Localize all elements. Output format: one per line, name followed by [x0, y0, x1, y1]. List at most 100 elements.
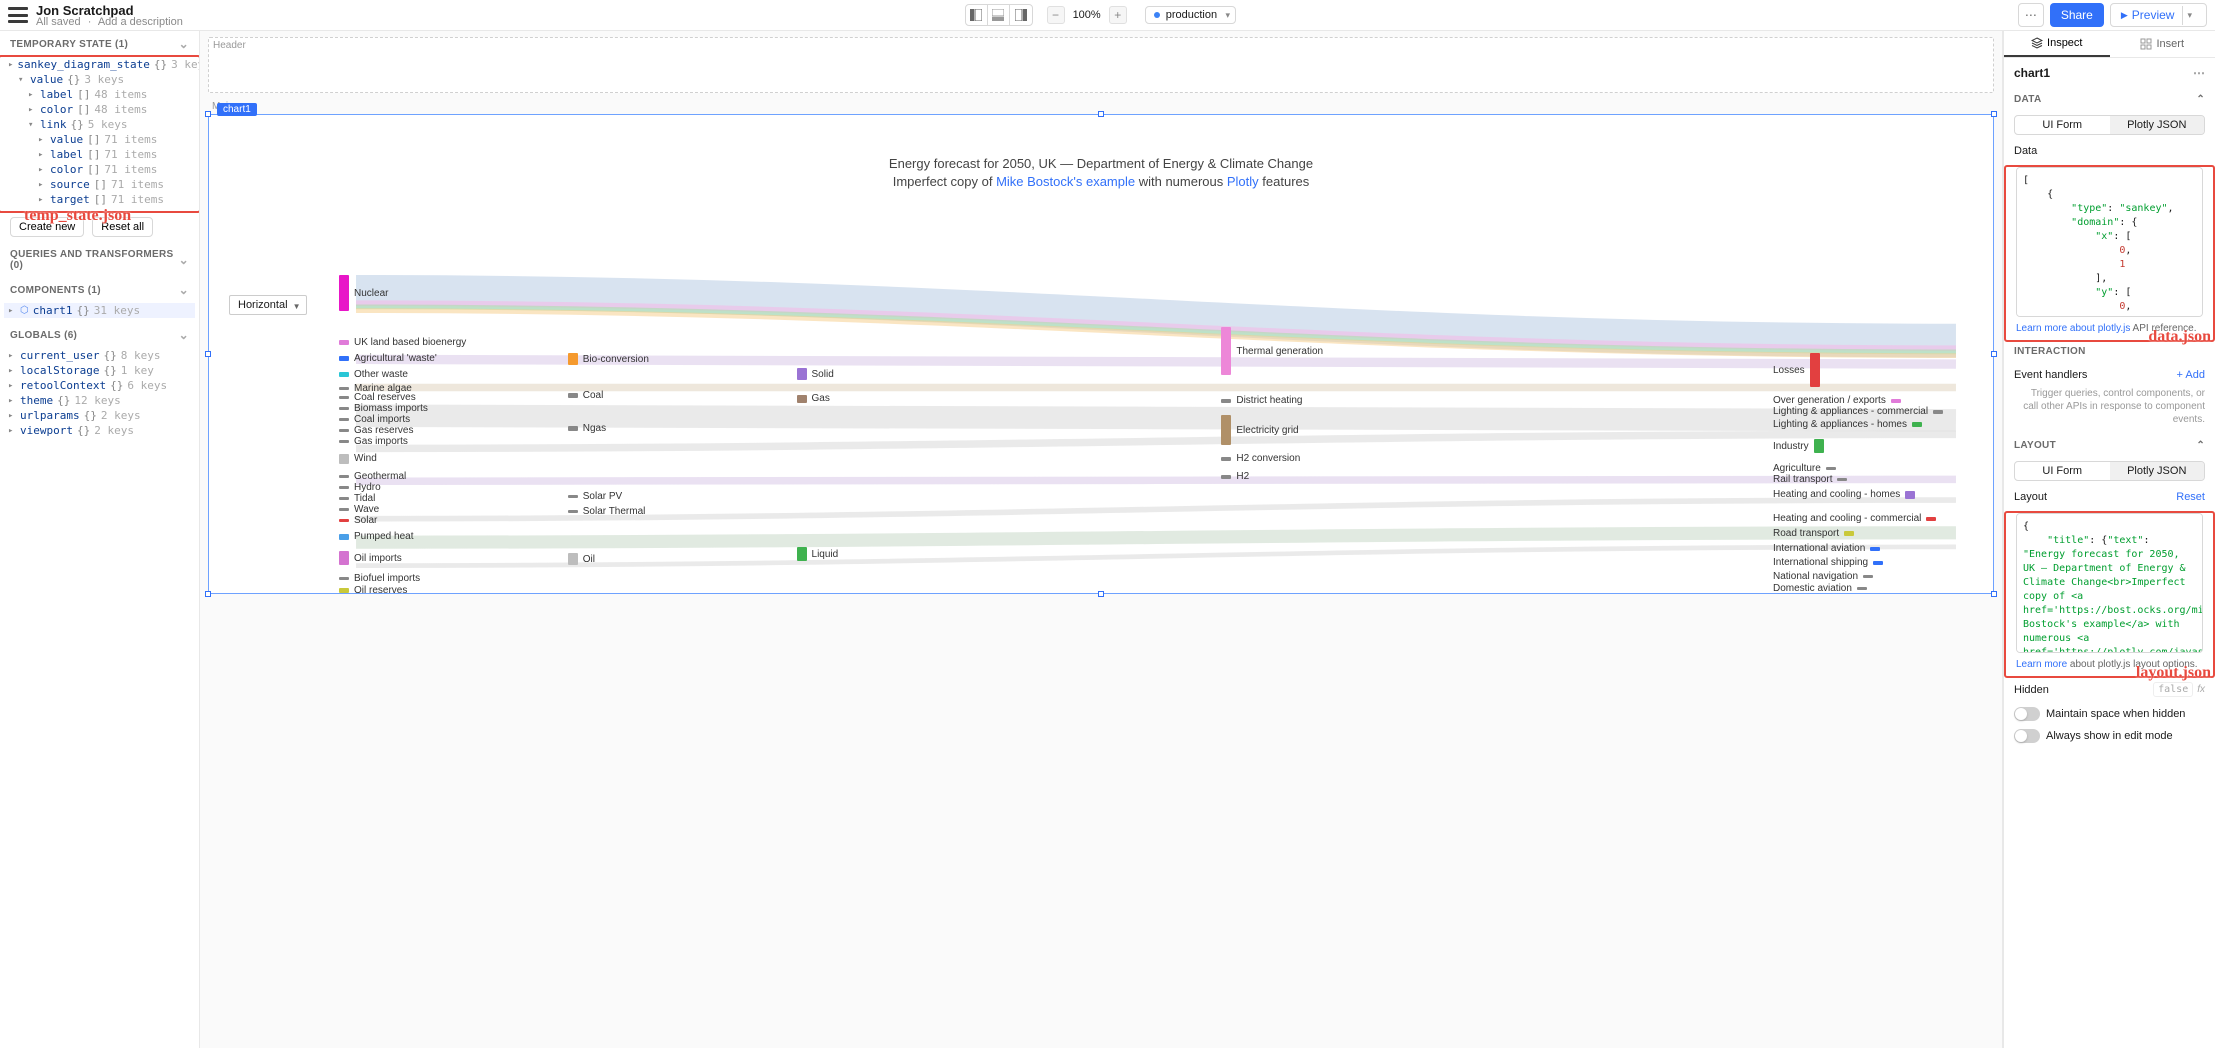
sankey-node: Over generation / exports	[1773, 395, 1901, 406]
sankey-node: H2 conversion	[1221, 453, 1300, 464]
sankey-node: Biomass imports	[339, 403, 428, 414]
reset-all-button[interactable]: Reset all	[92, 217, 153, 237]
chevron-down-icon: ⌄	[179, 283, 189, 297]
resize-handle[interactable]	[205, 591, 211, 597]
sankey-node: Oil imports	[339, 551, 402, 565]
tab-insert[interactable]: Insert	[2110, 31, 2215, 57]
sankey-node: Losses	[1773, 353, 1820, 387]
tree-row[interactable]: ▸retoolContext {} 6 keys	[4, 378, 195, 393]
tree-row[interactable]: ▸color [] 71 items	[34, 162, 195, 177]
tree-row[interactable]: ▾value {} 3 keys	[14, 72, 195, 87]
layout-learn-link[interactable]: Learn more	[2016, 659, 2067, 670]
sankey-node: Pumped heat	[339, 531, 414, 542]
chart-tab-label[interactable]: chart1	[217, 103, 257, 116]
data-learn-link[interactable]: Learn more about plotly.js	[2016, 323, 2130, 334]
resize-handle[interactable]	[1991, 111, 1997, 117]
tree-row[interactable]: ▸sankey_diagram_state {} 3 keys	[4, 57, 195, 72]
layout-left-icon[interactable]	[966, 5, 988, 25]
tree-row[interactable]: ▸localStorage {} 1 key	[4, 363, 195, 378]
sankey-node: Agricultural 'waste'	[339, 353, 437, 364]
section-interaction[interactable]: INTERACTION	[2004, 340, 2215, 363]
section-queries[interactable]: QUERIES AND TRANSFORMERS (0)⌄	[0, 243, 199, 277]
section-data[interactable]: DATA⌃	[2004, 88, 2215, 111]
section-globals[interactable]: GLOBALS (6)⌄	[0, 322, 199, 348]
tab-inspect[interactable]: Inspect	[2004, 31, 2110, 57]
tree-row[interactable]: ▸label [] 71 items	[34, 147, 195, 162]
resize-handle[interactable]	[1098, 591, 1104, 597]
layers-icon	[2031, 37, 2043, 49]
resize-handle[interactable]	[205, 111, 211, 117]
canvas[interactable]: Header Main chart1 Energy forecast for 2…	[200, 31, 2003, 1048]
resize-handle[interactable]	[1991, 591, 1997, 597]
tree-row[interactable]: ▾link {} 5 keys	[24, 117, 195, 132]
data-json-editor[interactable]: [ { "type": "sankey", "domain": { "x": […	[2016, 167, 2203, 317]
chevron-up-icon: ⌃	[2196, 440, 2205, 451]
tree-row[interactable]: ▸⬡chart1 {} 31 keys	[4, 303, 195, 318]
tree-row[interactable]: ▸current_user {} 8 keys	[4, 348, 195, 363]
chevron-down-icon[interactable]: ▾	[2182, 6, 2196, 25]
pill-uiform-layout[interactable]: UI Form	[2015, 462, 2110, 480]
maintain-space-toggle[interactable]	[2014, 707, 2040, 721]
share-button[interactable]: Share	[2050, 3, 2104, 27]
tree-row[interactable]: ▸theme {} 12 keys	[4, 393, 195, 408]
add-description[interactable]: Add a description	[98, 16, 183, 28]
fx-icon[interactable]: fx	[2197, 684, 2205, 695]
layout-right-icon[interactable]	[1010, 5, 1032, 25]
layout-reset[interactable]: Reset	[2176, 491, 2205, 503]
tree-row[interactable]: ▸color [] 48 items	[24, 102, 195, 117]
data-format-tabs[interactable]: UI Form Plotly JSON	[2014, 115, 2205, 135]
save-status: All saved	[36, 16, 81, 28]
section-temp-state[interactable]: TEMPORARY STATE (1)⌄	[0, 31, 199, 57]
pill-plotly[interactable]: Plotly JSON	[2110, 116, 2205, 134]
resize-handle[interactable]	[1991, 351, 1997, 357]
tree-row[interactable]: ▸target [] 71 items	[34, 192, 195, 207]
sankey-node: Domestic aviation	[1773, 583, 1867, 594]
tree-row[interactable]: ▸source [] 71 items	[34, 177, 195, 192]
tree-row[interactable]: ▸value [] 71 items	[34, 132, 195, 147]
data-label: Data	[2014, 145, 2037, 157]
chart-component[interactable]: chart1 Energy forecast for 2050, UK — De…	[208, 114, 1994, 594]
layout-toggle[interactable]	[965, 4, 1033, 26]
sankey-node: Geothermal	[339, 471, 406, 482]
chevron-down-icon: ⌄	[179, 37, 189, 51]
tree-row[interactable]: ▸viewport {} 2 keys	[4, 423, 195, 438]
layout-bottom-icon[interactable]	[988, 5, 1010, 25]
sankey-node: Agriculture	[1773, 463, 1836, 474]
always-show-toggle[interactable]	[2014, 729, 2040, 743]
sankey-node: Hydro	[339, 482, 381, 493]
section-components[interactable]: COMPONENTS (1)⌄	[0, 277, 199, 303]
resize-handle[interactable]	[205, 351, 211, 357]
zoom-out-button[interactable]: −	[1047, 6, 1065, 24]
tree-row[interactable]: ▸label [] 48 items	[24, 87, 195, 102]
event-handlers-label: Event handlers	[2014, 369, 2087, 381]
sankey-node: Wave	[339, 504, 379, 515]
orientation-select[interactable]: Horizontal	[229, 295, 307, 315]
sankey-node: District heating	[1221, 395, 1302, 406]
pill-uiform[interactable]: UI Form	[2015, 116, 2110, 134]
zoom-in-button[interactable]: +	[1109, 6, 1127, 24]
sankey-node: H2	[1221, 471, 1249, 482]
menu-icon[interactable]	[8, 7, 28, 23]
event-hint: Trigger queries, control components, or …	[2004, 387, 2215, 434]
chart-title-link1[interactable]: Mike Bostock's example	[996, 174, 1135, 189]
more-button[interactable]: ⋯	[2018, 3, 2044, 27]
sankey-node: Ngas	[568, 423, 606, 434]
layout-format-tabs[interactable]: UI Form Plotly JSON	[2014, 461, 2205, 481]
section-layout[interactable]: LAYOUT⌃	[2004, 434, 2215, 457]
add-event-handler[interactable]: + Add	[2177, 369, 2205, 381]
more-icon[interactable]: ⋯	[2193, 66, 2205, 80]
chart-title-link2[interactable]: Plotly	[1227, 174, 1259, 189]
pill-plotly-layout[interactable]: Plotly JSON	[2110, 462, 2205, 480]
sankey-node: Tidal	[339, 493, 375, 504]
resize-handle[interactable]	[1098, 111, 1104, 117]
preview-button[interactable]: ▶ Preview ▾	[2110, 3, 2207, 27]
hidden-value[interactable]: false	[2153, 682, 2193, 697]
sankey-node: Electricity grid	[1221, 415, 1298, 445]
environment-select[interactable]: production	[1145, 6, 1236, 24]
layout-json-editor[interactable]: { "title": {"text": "Energy forecast for…	[2016, 513, 2203, 653]
create-new-button[interactable]: Create new	[10, 217, 84, 237]
sankey-node: Gas	[797, 393, 830, 404]
chart-title: Energy forecast for 2050, UK — Departmen…	[209, 115, 1993, 191]
canvas-header-zone[interactable]: Header	[208, 37, 1994, 93]
tree-row[interactable]: ▸urlparams {} 2 keys	[4, 408, 195, 423]
